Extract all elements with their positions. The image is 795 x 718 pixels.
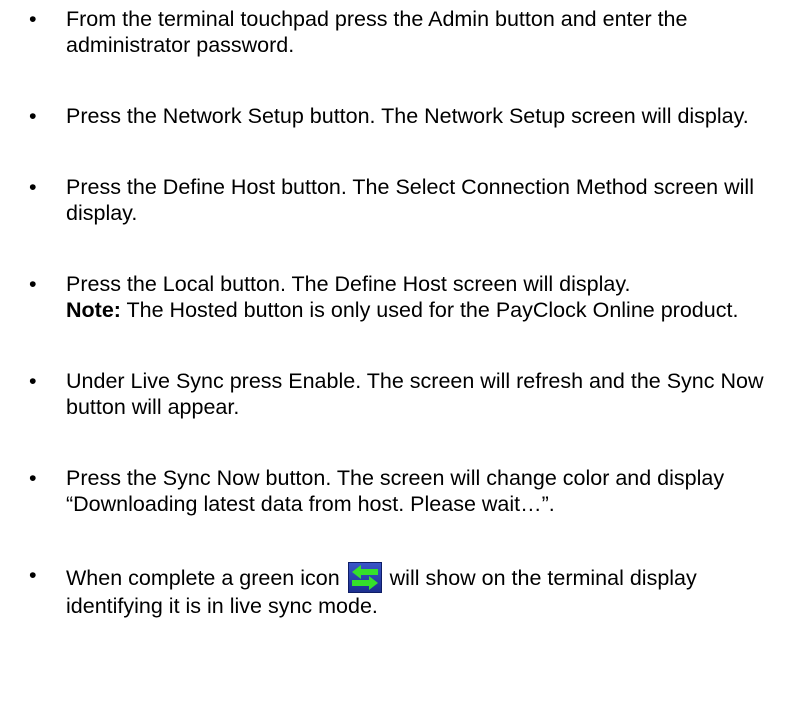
instruction-list: • From the terminal touchpad press the A… [0, 6, 795, 664]
document-page: • From the terminal touchpad press the A… [0, 0, 795, 718]
list-item-text: When complete a green icon will show on … [66, 562, 785, 619]
list-item-text: From the terminal touchpad press the Adm… [66, 7, 688, 57]
list-item: • From the terminal touchpad press the A… [0, 6, 795, 58]
list-item-text-before-icon: When complete a green icon [66, 566, 340, 590]
list-item-main-text: Press the Local button. The Define Host … [66, 272, 631, 296]
bullet-marker: • [29, 369, 37, 393]
list-item: • Press the Sync Now button. The screen … [0, 465, 795, 517]
bullet-marker: • [29, 563, 37, 587]
list-item: • Press the Define Host button. The Sele… [0, 174, 795, 226]
list-item: • When complete a green icon will show o… [0, 562, 795, 619]
list-item-text: Press the Sync Now button. The screen wi… [66, 466, 725, 516]
bullet-marker: • [29, 104, 37, 128]
bullet-marker: • [29, 466, 37, 490]
list-item-text: Under Live Sync press Enable. The screen… [66, 369, 764, 419]
list-item-text: Press the Network Setup button. The Netw… [66, 104, 749, 128]
note-label: Note: [66, 298, 121, 322]
live-sync-arrows-icon [347, 562, 382, 593]
list-item: • Press the Network Setup button. The Ne… [0, 103, 795, 129]
bullet-marker: • [29, 272, 37, 296]
list-item: • Press the Local button. The Define Hos… [0, 271, 795, 323]
list-item-text: Press the Define Host button. The Select… [66, 175, 754, 225]
bullet-marker: • [29, 175, 37, 199]
list-item: • Under Live Sync press Enable. The scre… [0, 368, 795, 420]
bullet-marker: • [29, 7, 37, 31]
list-item-text: Press the Local button. The Define Host … [66, 271, 785, 323]
note-text: The Hosted button is only used for the P… [120, 298, 739, 322]
